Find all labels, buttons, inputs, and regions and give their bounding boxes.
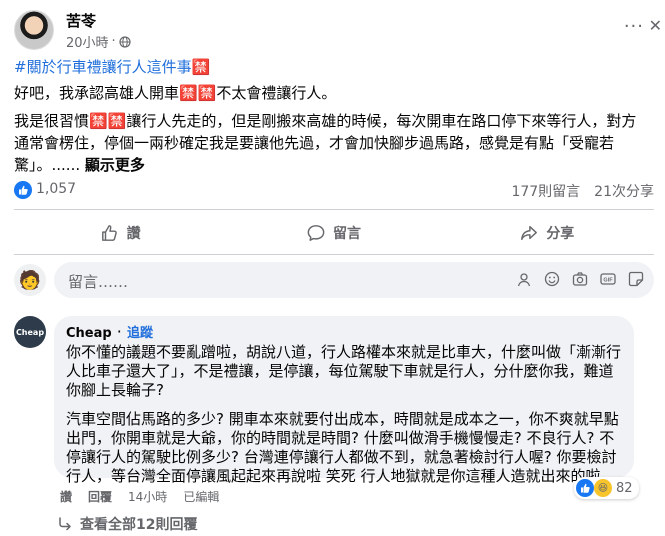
post-paragraph-1: 好吧，我承認高雄人開車🈲🈲不太會禮讓行人。: [14, 84, 337, 102]
comment-like-link[interactable]: 讚: [60, 488, 72, 505]
composer-tools: GIF: [516, 271, 644, 287]
comment-icon: [307, 225, 325, 241]
view-replies-label: 查看全部12則回覆: [80, 517, 198, 533]
comment-text-1: 你不懂的議題不要亂蹭啦，胡說八道，行人路權本來就是比車大，什麼叫做「漸漸行人比車…: [66, 343, 622, 399]
comment-composer: 🧑 留言…… GIF: [14, 262, 654, 298]
post-paragraph-2: 我是很習慣🈲🈲讓行人先走的，但是剛搬來高雄的時候，每次開車在路口停下來等行人，對…: [14, 110, 644, 176]
commenter-avatar[interactable]: Cheap: [14, 316, 46, 348]
comment-placeholder: 留言……: [68, 273, 129, 291]
like-reaction-icon: [14, 181, 32, 199]
author-avatar[interactable]: [14, 10, 54, 50]
divider: [14, 209, 654, 210]
author-name[interactable]: 苦苓: [66, 10, 96, 31]
post-header: 苦苓 20小時 · ··· ✕: [14, 10, 662, 51]
comment-reply-link[interactable]: 回覆: [88, 488, 112, 505]
see-more-link[interactable]: 顯示更多: [85, 156, 145, 174]
avatar-sticker-icon[interactable]: [516, 271, 532, 287]
divider: [14, 254, 654, 255]
comment-edited[interactable]: 已編輯: [183, 488, 219, 505]
view-all-replies[interactable]: 查看全部12則回覆: [58, 514, 197, 534]
post-actions: 讚 留言 分享: [14, 217, 654, 249]
my-avatar[interactable]: 🧑: [14, 264, 46, 296]
gif-icon[interactable]: GIF: [600, 271, 616, 287]
more-options-icon[interactable]: ···: [624, 16, 644, 37]
like-reaction-icon: [576, 479, 594, 497]
like-count[interactable]: 1,057: [36, 181, 76, 197]
close-icon[interactable]: ✕: [649, 16, 662, 35]
sticker-icon[interactable]: [628, 271, 644, 287]
post-stats: 1,057 177則留言 21次分享: [14, 180, 654, 200]
commenter-name[interactable]: Cheap: [66, 326, 112, 341]
thumbs-up-icon: [101, 225, 117, 241]
share-count[interactable]: 21次分享: [594, 181, 654, 201]
comment-input[interactable]: 留言…… GIF: [54, 262, 654, 298]
like-button-label: 讚: [126, 226, 141, 242]
follow-link[interactable]: 追蹤: [127, 326, 153, 341]
comment-reaction-count: 82: [616, 480, 633, 496]
comment-button[interactable]: 留言: [227, 217, 440, 249]
share-icon: [521, 225, 538, 241]
comment-bubble: Cheap · 追蹤 你不懂的議題不要亂蹭啦，胡說八道，行人路權本來就是比車大，…: [54, 316, 634, 485]
share-button-label: 分享: [546, 226, 575, 242]
post-time[interactable]: 20小時: [66, 32, 109, 51]
emoji-icon[interactable]: [544, 271, 560, 287]
comment-count[interactable]: 177則留言: [511, 181, 580, 201]
post-hashtag[interactable]: #關於行車禮讓行人這件事🈲: [14, 56, 210, 77]
globe-icon: [119, 35, 131, 48]
svg-text:GIF: GIF: [603, 278, 613, 284]
reply-arrow-icon: [59, 517, 71, 531]
comment-reactions[interactable]: 😆 82: [574, 477, 639, 499]
comment-actions: 讚 回覆 14小時 已編輯: [60, 488, 219, 505]
post-meta: 20小時 ·: [66, 32, 131, 51]
camera-icon[interactable]: [572, 271, 588, 287]
share-button[interactable]: 分享: [441, 217, 654, 249]
haha-reaction-icon: 😆: [594, 479, 612, 497]
like-button[interactable]: 讚: [14, 217, 227, 249]
comment-button-label: 留言: [332, 226, 361, 242]
comment-text-2: 汽車空間佔馬路的多少? 開車本來就要付出成本，時間就是成本之一，你不爽就早點出門…: [66, 410, 619, 485]
comment-time[interactable]: 14小時: [128, 488, 167, 505]
